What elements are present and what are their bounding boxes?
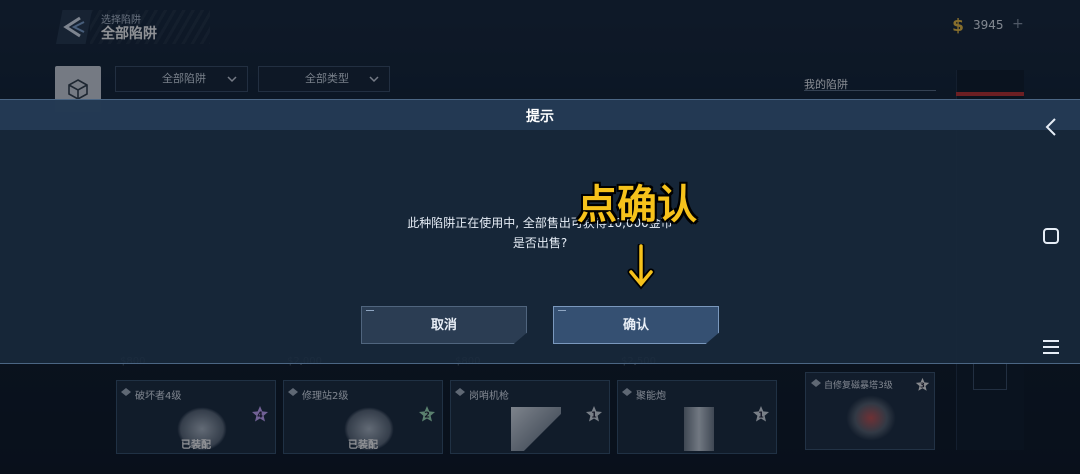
home-icon[interactable] [1042,227,1060,245]
down-arrow-icon [627,244,655,290]
button-corner-mark [558,310,566,311]
confirm-button[interactable]: 确认 [553,306,719,344]
menu-icon[interactable] [1042,338,1060,356]
confirm-label: 确认 [622,318,649,333]
button-corner-mark [366,310,374,311]
dialog-header: 提示 [0,100,1080,130]
annotation-text: 点确认 [577,182,697,228]
cancel-button[interactable]: 取消 [361,306,527,344]
dialog-question: 是否出售? [512,236,568,250]
back-icon[interactable] [1043,117,1059,137]
confirm-dialog: 提示 此种陷阱正在使用中, 全部售出可获得10,000金币 是否出售? 取消 确… [0,99,1080,364]
dialog-message: 此种陷阱正在使用中, 全部售出可获得10,000金币 [407,216,673,230]
dialog-title: 提示 [526,109,554,125]
cancel-label: 取消 [430,318,457,333]
